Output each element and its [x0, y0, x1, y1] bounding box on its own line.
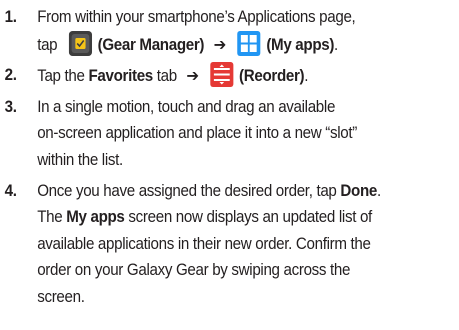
favorites-tab-label: Favorites [88, 67, 153, 86]
step-4-text: Once you have assigned the desired order… [37, 181, 337, 200]
period: . [304, 67, 309, 86]
done-label: Done [340, 181, 377, 200]
step-3-line-2: on-screen application and place it into … [37, 124, 357, 143]
arrow-icon: ➔ [186, 67, 199, 86]
step-4-line-1: Once you have assigned the desired order… [37, 178, 446, 205]
period: . [334, 35, 338, 54]
step-number: 2. [4, 66, 17, 85]
arrow-icon: ➔ [213, 35, 227, 54]
step-4-text: The [37, 208, 63, 227]
step-3-line-1: In a single motion, touch and drag an av… [37, 97, 336, 116]
step-4-line-2: The My apps screen now displays an updat… [37, 204, 446, 231]
tab-text: tab [156, 67, 177, 86]
step-4-line-5: screen. [37, 287, 85, 306]
step-1-line-2: tap (Gear Manager) ➔ (My apps). [37, 30, 446, 59]
step-2-line-1: Tap the Favorites tab ➔ (Reorder). [37, 62, 446, 90]
reorder-icon [210, 62, 234, 88]
step-1-line-1: From within your smartphone’s Applicatio… [37, 8, 356, 26]
step-3-line-3: within the list. [37, 150, 123, 169]
step-4-line-3: available applications in their new orde… [37, 234, 371, 253]
my-apps-screen-label: My apps [66, 208, 125, 227]
gear-manager-icon [68, 30, 92, 56]
step-number: 4. [4, 181, 17, 200]
instruction-list: 1. From within your smartphone’s Applica… [0, 0, 459, 306]
step-number: 1. [4, 8, 17, 26]
step-number: 3. [4, 97, 17, 116]
period: . [376, 181, 381, 200]
step-4-line-4: order on your Galaxy Gear by swiping acr… [37, 261, 351, 280]
step-4-text: screen now displays an updated list of [128, 208, 372, 227]
step-1: 1. From within your smartphone’s Applica… [0, 4, 452, 58]
my-apps-icon [237, 30, 261, 56]
step-4: 4. Once you have assigned the desired or… [0, 178, 452, 311]
step-1-tap-text: tap [37, 35, 58, 54]
tap-the-text: Tap the [37, 67, 85, 86]
reorder-label: (Reorder) [239, 67, 305, 86]
gear-manager-label: (Gear Manager) [97, 35, 205, 54]
step-2: 2. Tap the Favorites tab ➔ (Reorder). [0, 62, 452, 90]
step-3: 3. In a single motion, touch and drag an… [0, 94, 452, 174]
my-apps-label: (My apps) [266, 35, 335, 54]
